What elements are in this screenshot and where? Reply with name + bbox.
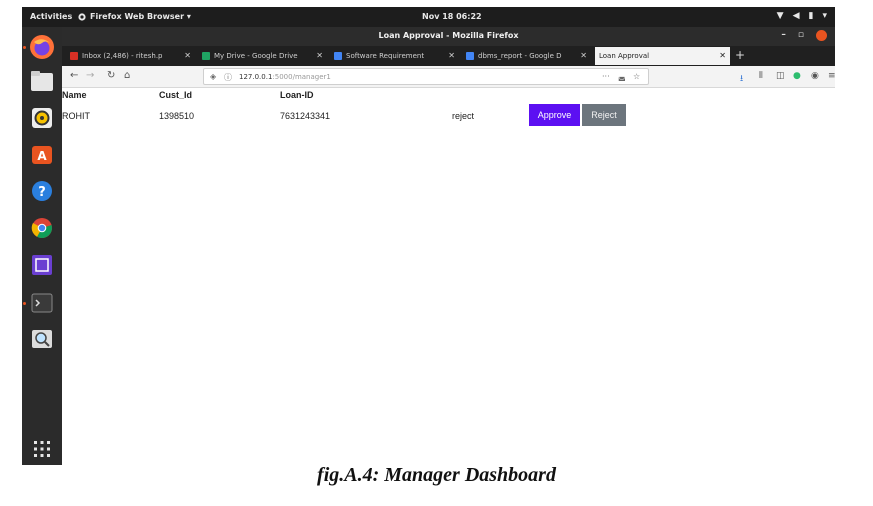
sidebar-icon[interactable]: ◫ bbox=[776, 71, 785, 81]
dock-terminal[interactable] bbox=[28, 289, 56, 317]
extension-icon[interactable]: ● bbox=[793, 71, 801, 81]
dock-chrome[interactable] bbox=[28, 214, 56, 242]
page-content: Name Cust_Id Loan-ID ROHIT 1398510 76312… bbox=[62, 89, 835, 465]
gnome-top-bar: Activities Firefox Web Browser ▾ Nov 18 … bbox=[22, 7, 835, 27]
dock-help[interactable]: ? bbox=[28, 177, 56, 205]
folder-icon bbox=[31, 71, 53, 91]
google-docs-icon bbox=[466, 52, 474, 60]
tab-close-icon[interactable]: ✕ bbox=[580, 51, 587, 60]
tab-label: dbms_report - Google D bbox=[478, 52, 562, 60]
google-docs-icon bbox=[334, 52, 342, 60]
dock-software[interactable]: A bbox=[28, 140, 56, 168]
home-icon[interactable]: ⌂ bbox=[124, 70, 130, 81]
dock-screenshot[interactable] bbox=[28, 251, 56, 279]
dock-files[interactable] bbox=[28, 67, 56, 95]
software-store-icon: A bbox=[32, 146, 52, 164]
page-actions-icon[interactable]: ··· bbox=[602, 72, 610, 81]
tab-inbox[interactable]: Inbox (2,486) - ritesh.p ✕ bbox=[66, 47, 195, 65]
account-icon[interactable]: ◉ bbox=[811, 71, 819, 81]
system-tray[interactable]: ▼ ◀ ▮ ▾ bbox=[777, 11, 827, 21]
hamburger-menu-icon[interactable]: ≡ bbox=[828, 71, 835, 81]
header-cust-id: Cust_Id bbox=[159, 90, 193, 100]
tab-label: Loan Approval bbox=[599, 52, 650, 60]
figure-caption: fig.A.4: Manager Dashboard bbox=[317, 464, 556, 486]
tab-software-requirement[interactable]: Software Requirement ✕ bbox=[330, 47, 459, 65]
tab-close-icon[interactable]: ✕ bbox=[448, 51, 455, 60]
battery-icon: ▮ bbox=[808, 11, 814, 21]
reload-icon[interactable]: ↻ bbox=[107, 70, 115, 81]
tab-close-icon[interactable]: ✕ bbox=[184, 51, 191, 60]
dock: A ? bbox=[22, 27, 62, 465]
google-drive-icon bbox=[202, 52, 210, 60]
bookmark-star-icon[interactable]: ☆ bbox=[633, 72, 640, 81]
header-loan-id: Loan-ID bbox=[280, 90, 314, 100]
approve-button[interactable]: Approve bbox=[529, 104, 580, 126]
firefox-mini-icon bbox=[78, 12, 86, 21]
speaker-icon bbox=[32, 108, 52, 128]
terminal-icon bbox=[31, 293, 53, 313]
activities-button[interactable]: Activities bbox=[30, 12, 72, 21]
tab-loan-approval[interactable]: Loan Approval ✕ bbox=[595, 47, 730, 65]
app-grid-icon bbox=[34, 441, 50, 457]
running-indicator bbox=[23, 302, 26, 305]
tab-label: My Drive - Google Drive bbox=[214, 52, 298, 60]
forward-icon[interactable]: → bbox=[86, 70, 94, 81]
clock[interactable]: Nov 18 06:22 bbox=[422, 12, 482, 21]
svg-text:?: ? bbox=[38, 185, 46, 200]
address-bar[interactable]: ◈ ⓘ 127.0.0.1:5000/manager1 ··· ◛ ☆ bbox=[203, 68, 649, 85]
tab-close-icon[interactable]: ✕ bbox=[719, 51, 726, 60]
dock-rhythmbox[interactable] bbox=[28, 104, 56, 132]
cell-loan-id: 7631243341 bbox=[280, 111, 331, 121]
help-icon: ? bbox=[32, 181, 52, 201]
tab-drive[interactable]: My Drive - Google Drive ✕ bbox=[198, 47, 327, 65]
tab-strip: Inbox (2,486) - ritesh.p ✕ My Drive - Go… bbox=[62, 46, 835, 66]
gmail-icon bbox=[70, 52, 78, 60]
app-menu[interactable]: Firefox Web Browser ▾ bbox=[78, 12, 191, 21]
maximize-icon[interactable]: ▫ bbox=[798, 30, 804, 41]
navigation-toolbar: ← → ↻ ⌂ ◈ ⓘ 127.0.0.1:5000/manager1 ··· … bbox=[62, 66, 835, 88]
dock-show-apps[interactable] bbox=[28, 435, 56, 463]
url-text: 127.0.0.1:5000/manager1 bbox=[239, 73, 331, 81]
app-menu-label: Firefox Web Browser ▾ bbox=[90, 12, 191, 21]
window-title: Loan Approval - Mozilla Firefox bbox=[378, 31, 519, 40]
site-info-icon[interactable]: ⓘ bbox=[224, 72, 232, 83]
url-host: 127.0.0.1 bbox=[239, 73, 273, 81]
magnifier-icon bbox=[32, 330, 52, 348]
window-controls: – ▫ bbox=[781, 30, 827, 41]
tracking-shield-icon[interactable]: ◈ bbox=[210, 72, 216, 81]
running-indicator bbox=[23, 46, 26, 49]
tab-label: Software Requirement bbox=[346, 52, 425, 60]
svg-text:A: A bbox=[37, 149, 47, 163]
dock-image-viewer[interactable] bbox=[28, 325, 56, 353]
tray-menu-icon: ▾ bbox=[822, 11, 827, 21]
url-path: :5000/manager1 bbox=[272, 73, 331, 81]
header-name: Name bbox=[62, 90, 87, 100]
cell-name: ROHIT bbox=[62, 111, 90, 121]
tab-close-icon[interactable]: ✕ bbox=[316, 51, 323, 60]
minimize-icon[interactable]: – bbox=[781, 30, 786, 41]
cell-status: reject bbox=[452, 111, 475, 121]
tab-dbms-report[interactable]: dbms_report - Google D ✕ bbox=[462, 47, 591, 65]
dock-firefox[interactable] bbox=[28, 33, 56, 61]
back-icon[interactable]: ← bbox=[70, 70, 78, 81]
screenshot-icon bbox=[32, 255, 52, 275]
firefox-icon bbox=[30, 35, 54, 59]
wifi-icon: ▼ bbox=[776, 11, 784, 21]
new-tab-icon[interactable]: + bbox=[735, 48, 745, 62]
download-icon[interactable]: ⭳ bbox=[740, 71, 743, 87]
screenshot: Activities Firefox Web Browser ▾ Nov 18 … bbox=[22, 7, 835, 465]
chrome-icon bbox=[31, 218, 52, 239]
cell-cust-id: 1398510 bbox=[159, 111, 195, 121]
tab-label: Inbox (2,486) - ritesh.p bbox=[82, 52, 163, 60]
pocket-icon[interactable]: ◛ bbox=[618, 72, 626, 81]
library-icon[interactable]: ⫴ bbox=[759, 71, 763, 81]
volume-icon: ◀ bbox=[792, 11, 800, 21]
window-titlebar: Loan Approval - Mozilla Firefox – ▫ bbox=[62, 27, 835, 46]
close-window-icon[interactable] bbox=[816, 30, 827, 41]
reject-button[interactable]: Reject bbox=[582, 104, 626, 126]
